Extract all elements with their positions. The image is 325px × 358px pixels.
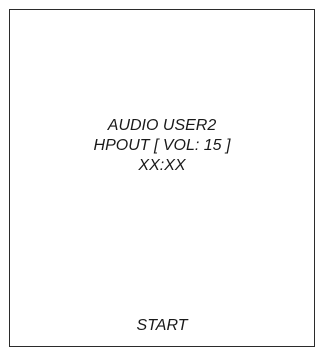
status-info: AUDIO USER2 HPOUT [ VOL: 15 ] XX:XX: [10, 116, 314, 176]
mode-line: AUDIO USER2: [107, 117, 217, 134]
time-line: XX:XX: [138, 157, 186, 174]
output-volume-line: HPOUT [ VOL: 15 ]: [93, 137, 231, 154]
start-softkey[interactable]: START: [10, 316, 314, 336]
device-display: AUDIO USER2 HPOUT [ VOL: 15 ] XX:XX STAR…: [9, 9, 315, 347]
